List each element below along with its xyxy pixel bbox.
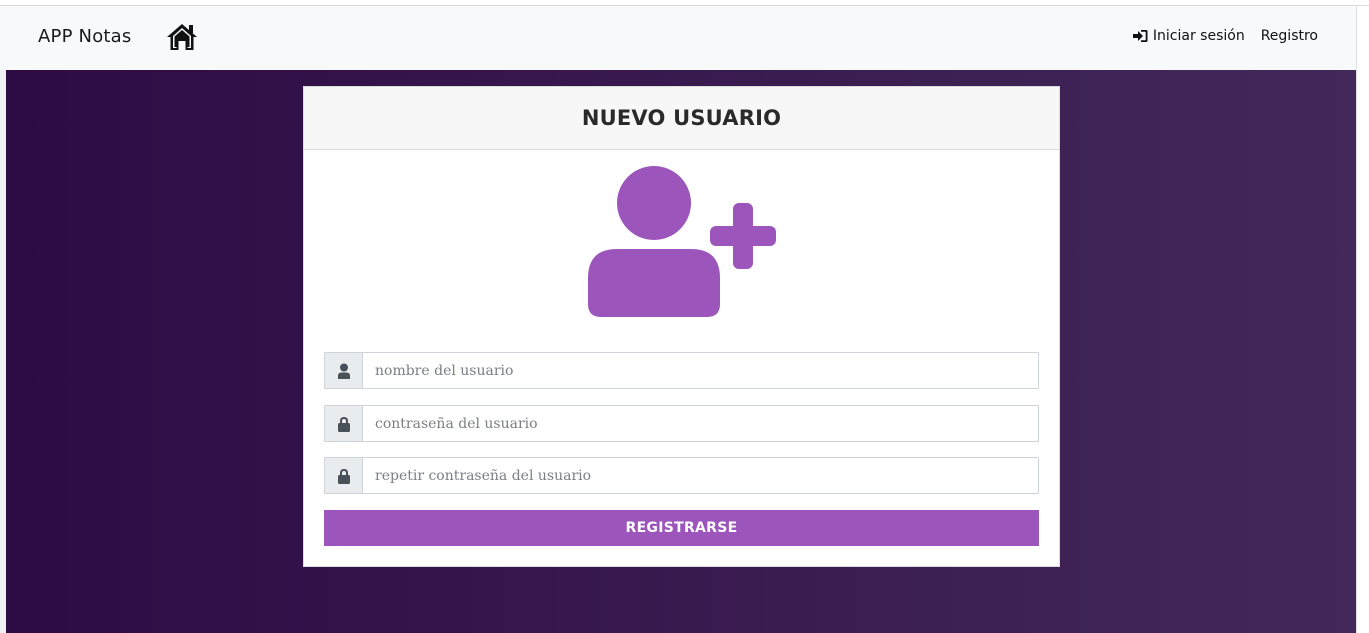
password-input[interactable] <box>363 406 1038 441</box>
register-card: NUEVO USUARIO nombre del usuario REGISTR… <box>303 86 1060 567</box>
scrollbar[interactable] <box>1356 6 1369 633</box>
lock-icon <box>325 406 363 441</box>
lock-icon <box>325 458 363 493</box>
brand-link[interactable]: APP Notas <box>38 26 132 47</box>
home-icon[interactable] <box>165 22 199 52</box>
user-plus-icon <box>587 165 777 317</box>
scrollbar-thumb[interactable] <box>1359 20 1367 490</box>
register-button[interactable]: REGISTRARSE <box>324 510 1039 546</box>
repeat-password-field-group <box>324 457 1039 494</box>
login-label: Iniciar sesión <box>1152 28 1245 44</box>
sign-in-icon <box>1132 30 1148 42</box>
username-input[interactable] <box>363 353 1038 388</box>
repeat-password-input[interactable] <box>363 458 1038 493</box>
register-link[interactable]: Registro <box>1261 28 1318 44</box>
password-field-group <box>324 405 1039 442</box>
user-icon <box>325 353 363 388</box>
login-link[interactable]: Iniciar sesión <box>1132 28 1245 44</box>
navbar: APP Notas Iniciar sesión Registro <box>0 6 1356 70</box>
page-title: NUEVO USUARIO <box>581 106 782 130</box>
username-field-group <box>324 352 1039 389</box>
card-header: NUEVO USUARIO <box>304 87 1059 150</box>
nav-links: Iniciar sesión Registro <box>1132 28 1318 44</box>
